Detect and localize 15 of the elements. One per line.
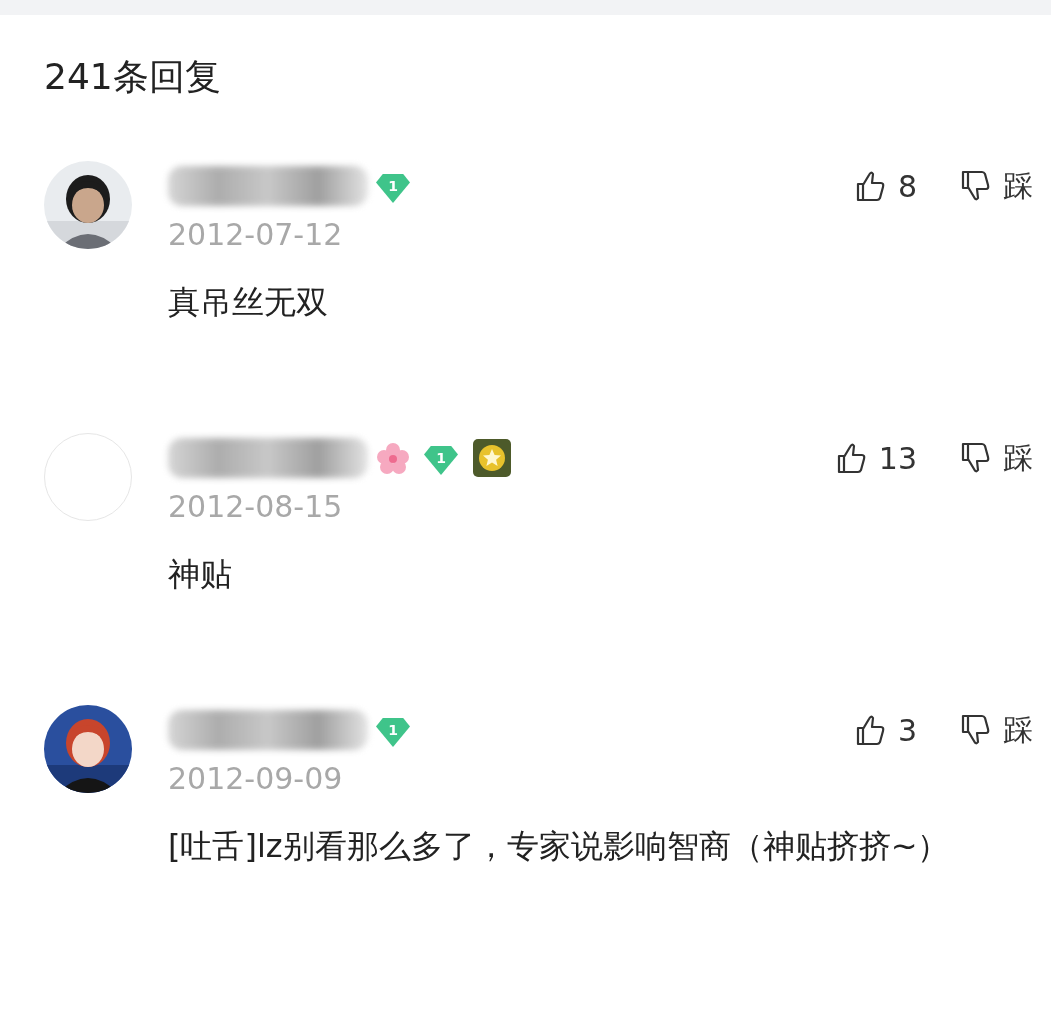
comment-text: 神贴: [168, 554, 233, 595]
like-button[interactable]: 8: [851, 167, 917, 205]
dislike-button[interactable]: 踩: [957, 709, 1033, 751]
dislike-button[interactable]: 踩: [957, 165, 1033, 207]
reply-count-title: 241条回复: [43, 55, 222, 99]
comment-date: 2012-08-15: [168, 488, 344, 526]
comment-text: [吐舌]lz别看那么多了，专家说影响智商（神贴挤挤~）: [168, 826, 951, 867]
flower-icon: [376, 441, 410, 475]
comment-text: 真吊丝无双: [168, 282, 329, 323]
like-button[interactable]: 3: [851, 711, 917, 749]
comment-date: 2012-09-09: [168, 760, 344, 798]
medal-icon: [472, 438, 512, 478]
dislike-button[interactable]: 踩: [957, 437, 1033, 479]
comment-date: 2012-07-12: [168, 216, 344, 254]
like-button[interactable]: 13: [832, 439, 917, 477]
